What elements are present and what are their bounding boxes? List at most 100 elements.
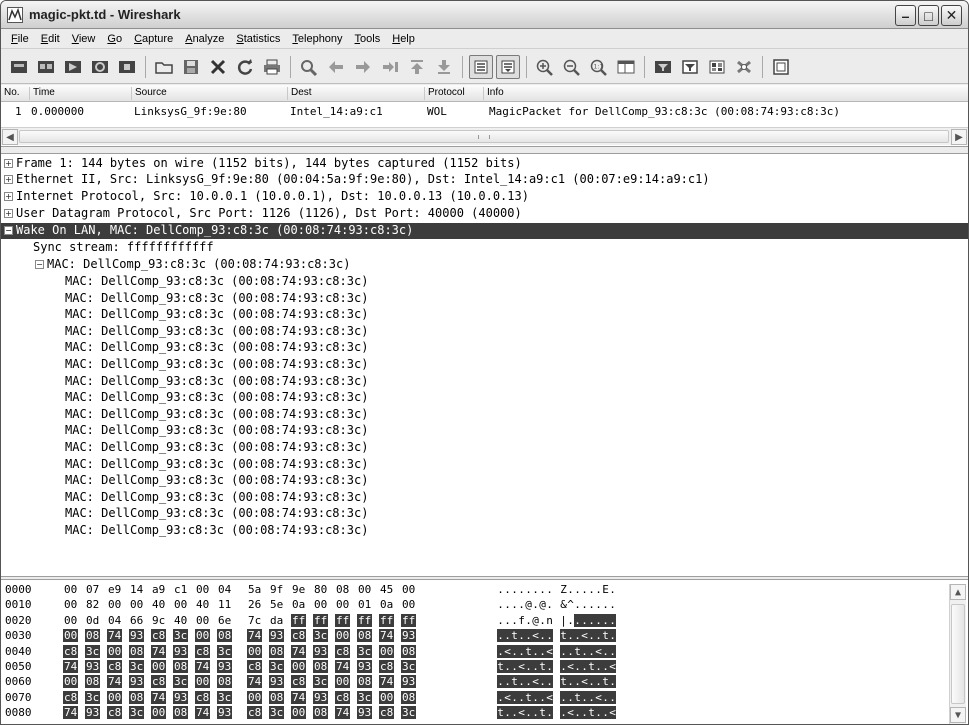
ascii-char[interactable]: . bbox=[602, 690, 609, 704]
hex-byte[interactable]: c8 bbox=[335, 690, 351, 704]
ascii-char[interactable]: . bbox=[574, 598, 581, 611]
ascii-char[interactable]: . bbox=[497, 614, 504, 627]
hex-byte[interactable]: 93 bbox=[313, 644, 329, 658]
hex-byte[interactable]: 74 bbox=[195, 706, 211, 720]
hex-byte[interactable]: c8 bbox=[335, 644, 351, 658]
ascii-char[interactable]: . bbox=[567, 629, 574, 643]
ascii-char[interactable]: . bbox=[539, 614, 546, 627]
ascii-char[interactable]: . bbox=[518, 598, 525, 611]
menu-go[interactable]: Go bbox=[101, 33, 128, 45]
ascii-char[interactable]: . bbox=[511, 614, 518, 627]
tree-item-ethernet[interactable]: + Ethernet II, Src: LinksysG_9f:9e:80 (00… bbox=[1, 172, 968, 188]
horizontal-scroll-thumb[interactable] bbox=[19, 130, 949, 143]
ascii-char[interactable]: . bbox=[539, 644, 546, 658]
preferences-icon[interactable] bbox=[732, 55, 756, 79]
hex-byte[interactable]: ff bbox=[291, 613, 307, 627]
hex-byte[interactable]: c8 bbox=[379, 706, 395, 720]
hex-byte[interactable]: ff bbox=[313, 613, 329, 627]
hex-byte[interactable]: 3c bbox=[401, 706, 417, 720]
ascii-char[interactable]: . bbox=[497, 583, 504, 596]
hex-byte[interactable]: 3c bbox=[129, 660, 145, 673]
ascii-char[interactable]: t bbox=[539, 660, 546, 673]
hex-byte[interactable]: 07 bbox=[85, 583, 100, 596]
find-packet-icon[interactable] bbox=[297, 55, 321, 79]
save-file-icon[interactable] bbox=[179, 55, 203, 79]
ascii-char[interactable]: . bbox=[609, 598, 616, 611]
bytes-vertical-scrollbar[interactable]: ▲ ▼ bbox=[949, 584, 966, 724]
ascii-char[interactable]: . bbox=[602, 613, 609, 627]
ascii-char[interactable]: . bbox=[511, 706, 518, 720]
hex-byte[interactable]: 93 bbox=[129, 675, 145, 689]
ascii-char[interactable]: t bbox=[574, 690, 581, 704]
hex-byte[interactable]: 74 bbox=[107, 629, 123, 643]
hex-byte[interactable]: 5e bbox=[269, 598, 284, 611]
tree-item-mac[interactable]: MAC: DellComp_93:c8:3c (00:08:74:93:c8:3… bbox=[1, 324, 968, 340]
maximize-button[interactable]: □ bbox=[918, 5, 939, 26]
ascii-char[interactable]: t bbox=[525, 690, 532, 704]
column-header-source[interactable]: Source bbox=[131, 87, 167, 100]
hex-byte[interactable]: 00 bbox=[291, 660, 307, 673]
ascii-char[interactable]: . bbox=[609, 690, 616, 704]
tree-item-udp[interactable]: + User Datagram Protocol, Src Port: 1126 … bbox=[1, 206, 968, 222]
hex-byte[interactable]: ff bbox=[357, 613, 373, 627]
tree-item-sync-stream[interactable]: Sync stream: ffffffffffff bbox=[1, 240, 968, 256]
hex-byte[interactable]: c8 bbox=[291, 629, 307, 643]
colorize-icon[interactable] bbox=[469, 54, 493, 79]
ascii-char[interactable]: t bbox=[574, 644, 581, 658]
ascii-char[interactable]: . bbox=[574, 613, 581, 627]
start-capture-icon[interactable] bbox=[61, 55, 85, 79]
expand-icon[interactable]: + bbox=[4, 175, 13, 184]
hex-byte[interactable]: 08 bbox=[313, 706, 329, 720]
hex-byte[interactable]: 66 bbox=[129, 614, 144, 627]
hex-byte[interactable]: 93 bbox=[269, 629, 285, 643]
hex-byte[interactable]: da bbox=[269, 614, 284, 627]
ascii-char[interactable]: ^ bbox=[567, 598, 574, 611]
ascii-char[interactable]: . bbox=[497, 598, 504, 611]
ascii-char[interactable]: . bbox=[574, 629, 581, 643]
tree-item-frame[interactable]: + Frame 1: 144 bytes on wire (1152 bits),… bbox=[1, 156, 968, 172]
ascii-char[interactable]: & bbox=[560, 598, 567, 611]
ascii-char[interactable]: . bbox=[574, 675, 581, 689]
hex-byte[interactable]: 45 bbox=[379, 583, 394, 596]
hex-byte[interactable]: 08 bbox=[335, 583, 350, 596]
hex-byte[interactable]: 93 bbox=[217, 660, 233, 673]
go-to-packet-icon[interactable] bbox=[378, 55, 402, 79]
tree-item-mac[interactable]: MAC: DellComp_93:c8:3c (00:08:74:93:c8:3… bbox=[1, 274, 968, 290]
packet-row[interactable]: 1 0.000000 LinksysG_9f:9e:80 Intel_14:a9… bbox=[1, 104, 968, 120]
ascii-char[interactable]: . bbox=[511, 690, 518, 704]
hex-byte[interactable]: ff bbox=[379, 613, 395, 627]
hex-byte[interactable]: 74 bbox=[151, 690, 167, 704]
hex-byte[interactable]: 9e bbox=[291, 583, 306, 596]
ascii-char[interactable]: < bbox=[581, 675, 588, 689]
ascii-char[interactable]: . bbox=[511, 644, 518, 658]
stop-capture-icon[interactable] bbox=[115, 55, 139, 79]
hex-byte[interactable]: 3c bbox=[313, 629, 329, 643]
menu-telephony[interactable]: Telephony bbox=[286, 33, 348, 45]
ascii-char[interactable]: . bbox=[609, 629, 616, 643]
hex-byte[interactable]: 74 bbox=[291, 690, 307, 704]
close-file-icon[interactable] bbox=[206, 55, 230, 79]
ascii-char[interactable]: . bbox=[539, 675, 546, 689]
ascii-char[interactable]: < bbox=[518, 706, 525, 720]
ascii-char[interactable]: . bbox=[504, 614, 511, 627]
ascii-char[interactable]: < bbox=[609, 660, 616, 673]
hex-byte[interactable]: 08 bbox=[357, 629, 373, 643]
ascii-char[interactable]: . bbox=[546, 598, 553, 611]
ascii-char[interactable]: . bbox=[546, 629, 553, 643]
expand-icon[interactable]: + bbox=[4, 159, 13, 168]
hex-byte[interactable]: 3c bbox=[401, 660, 417, 673]
tree-item-mac[interactable]: MAC: DellComp_93:c8:3c (00:08:74:93:c8:3… bbox=[1, 523, 968, 539]
hex-byte[interactable]: 5a bbox=[247, 583, 262, 596]
hex-byte[interactable]: 08 bbox=[129, 690, 145, 704]
hex-byte[interactable]: 74 bbox=[195, 660, 211, 673]
hex-byte[interactable]: 9f bbox=[269, 583, 284, 596]
hex-byte[interactable]: 00 bbox=[247, 690, 263, 704]
scroll-up-button[interactable]: ▲ bbox=[950, 584, 966, 600]
hex-byte[interactable]: 08 bbox=[173, 706, 189, 720]
hex-byte[interactable]: 74 bbox=[151, 644, 167, 658]
hex-byte[interactable]: 08 bbox=[217, 675, 233, 689]
hex-byte[interactable]: c8 bbox=[247, 660, 263, 673]
hex-byte[interactable]: 00 bbox=[129, 598, 144, 611]
collapse-icon[interactable]: − bbox=[4, 226, 13, 235]
ascii-char[interactable]: t bbox=[539, 706, 546, 720]
